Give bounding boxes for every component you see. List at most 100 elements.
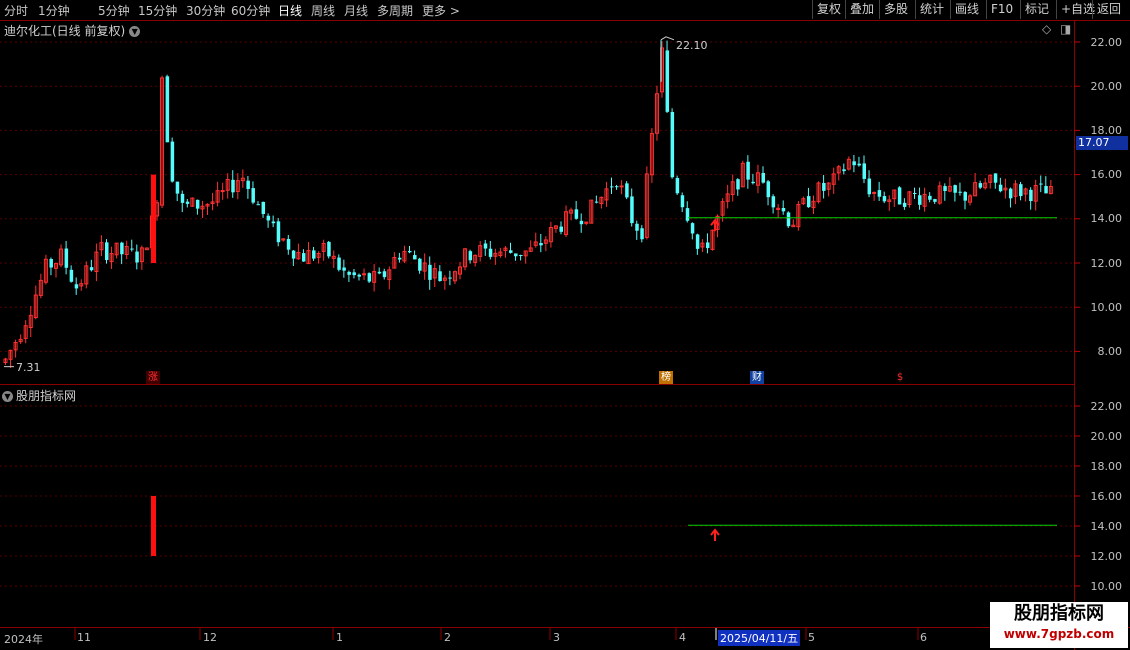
candle-body [993, 173, 998, 183]
price-axis-label: 14.00 [1090, 212, 1123, 225]
finance-marker[interactable]: 财 [750, 371, 764, 384]
candle-body [286, 238, 291, 250]
candle-body [130, 248, 134, 250]
candle-body [342, 267, 346, 271]
high-price-label: 22.10 [676, 39, 708, 52]
candle-body [195, 199, 200, 209]
candle-body [625, 183, 629, 198]
candle-body [220, 190, 225, 193]
price-axis-label: 8.00 [1097, 345, 1123, 358]
indicator-axis-label: 18.00 [1090, 460, 1123, 473]
candle-body [918, 195, 922, 205]
candle-body [766, 181, 771, 198]
candle-body [468, 251, 473, 261]
price-axis-label: 20.00 [1090, 80, 1123, 93]
candle-body [619, 185, 624, 188]
candle-body [594, 201, 599, 203]
candle-body [64, 248, 69, 268]
candle-body [928, 195, 932, 200]
candle-body [877, 190, 882, 197]
watermark-url: www.7gpzb.com [1003, 627, 1115, 641]
candle-body [397, 257, 402, 260]
candle-body [448, 277, 452, 279]
indicator-axis-label: 14.00 [1090, 520, 1123, 533]
limit-up-marker[interactable]: 涨 [146, 371, 160, 384]
candle-body [872, 191, 877, 194]
candle-body [261, 201, 266, 215]
candle-body [933, 199, 937, 202]
candle-body [1044, 185, 1048, 194]
main-panel-title: 迪尔化工(日线 前复权) ▼ [4, 22, 141, 39]
price-axis-label: 10.00 [1090, 301, 1123, 314]
candle-body [913, 192, 917, 194]
panel-toggle-icon[interactable]: ◨ [1060, 22, 1071, 36]
date-axis-month: 11 [77, 631, 91, 644]
chevron-down-icon[interactable]: ▼ [2, 391, 13, 402]
signal-bar [151, 174, 156, 263]
candle-body [1008, 188, 1013, 199]
candle-body [514, 253, 518, 257]
candle-body [301, 253, 306, 262]
candle-body [675, 178, 680, 194]
candle-body [382, 271, 387, 278]
candle-body [120, 242, 124, 255]
candle-body [488, 248, 493, 257]
candle-body [978, 183, 983, 188]
candle-body [862, 163, 866, 179]
watermark-title: 股朋指标网 [1014, 603, 1104, 624]
candle-body [69, 269, 74, 282]
candle-body [428, 264, 432, 280]
candle-body [695, 234, 700, 249]
candle-body [867, 178, 872, 195]
candle-body [822, 182, 826, 191]
candle-body [665, 50, 670, 112]
candle-body [175, 181, 180, 194]
candle-body [105, 242, 109, 261]
candle-body [690, 223, 695, 234]
candle-body [670, 112, 675, 178]
date-axis-month: 2 [444, 631, 451, 644]
candle-body [539, 243, 543, 246]
candle-body [367, 273, 372, 282]
candle-body [74, 284, 79, 289]
candle-body [963, 192, 967, 201]
candle-body [180, 193, 185, 203]
candle-body [615, 186, 619, 188]
candle-body [327, 241, 331, 257]
ranking-marker[interactable]: 榜 [659, 371, 673, 384]
candle-body [1039, 183, 1043, 185]
candle-body [998, 184, 1003, 192]
candle-body [630, 196, 634, 224]
chevron-down-icon[interactable]: ▼ [129, 26, 141, 37]
indicator-axis-label: 16.00 [1090, 490, 1123, 503]
candle-body [902, 202, 907, 207]
candle-body [852, 161, 856, 166]
candle-body [49, 258, 53, 268]
indicator-axis-label: 20.00 [1090, 430, 1123, 443]
candle-body [170, 141, 175, 182]
candle-body [509, 250, 513, 253]
diamond-icon[interactable]: ◇ [1042, 22, 1051, 36]
candle-body [357, 274, 361, 277]
candle-body [786, 212, 791, 227]
candle-body [231, 179, 235, 193]
candle-body [751, 181, 755, 184]
indicator-name: 股朋指标网 [16, 389, 77, 403]
candle-body [352, 272, 356, 276]
candle-body [635, 223, 639, 231]
candle-body [1029, 189, 1033, 202]
high-pointer [660, 36, 675, 41]
dollar-marker[interactable]: $ [893, 371, 907, 384]
watermark-logo: 股朋指标网 www.7gpzb.com [990, 602, 1128, 648]
candle-body [483, 243, 488, 249]
candle-body [574, 209, 579, 219]
candle-body [559, 226, 563, 232]
candle-body [842, 169, 846, 172]
price-axis-label: 16.00 [1090, 168, 1123, 181]
candle-body [705, 242, 710, 249]
indicator-axis-label: 10.00 [1090, 580, 1123, 593]
kline-chart[interactable] [0, 0, 1130, 650]
candle-body [640, 228, 644, 240]
candle-body [746, 161, 750, 180]
candle-body [897, 187, 902, 205]
